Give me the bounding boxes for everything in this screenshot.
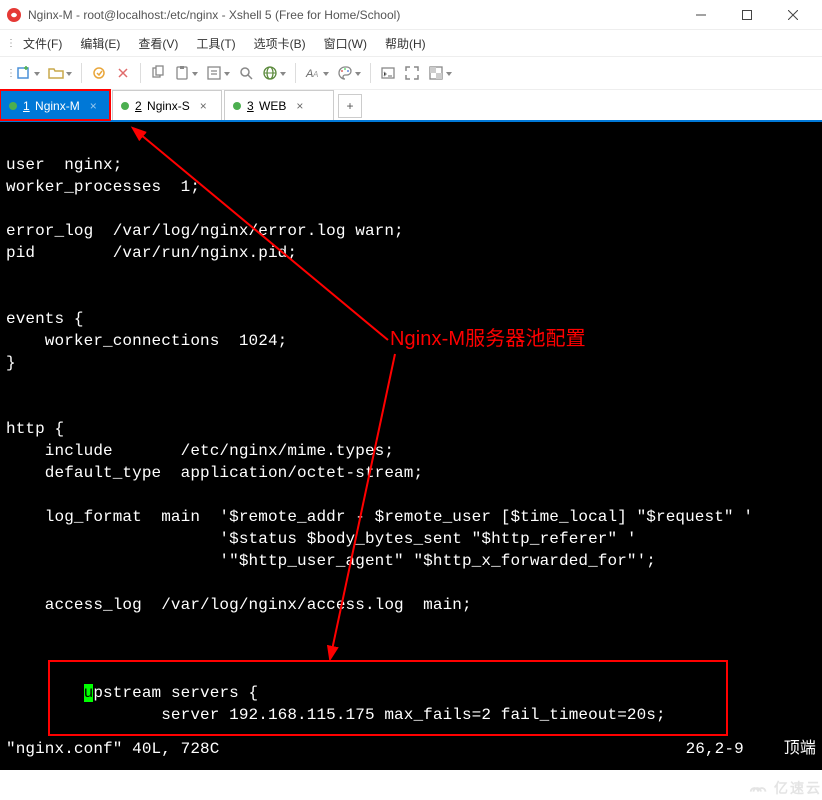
tab-label: Nginx-S	[147, 99, 190, 113]
transparency-button[interactable]	[426, 63, 446, 83]
toolbar-divider	[140, 63, 141, 83]
watermark-text: 亿速云	[774, 778, 822, 798]
terminal-line: log_format main '$remote_addr - $remote_…	[6, 508, 753, 526]
tab-nginx-s[interactable]: 2 Nginx-S ×	[112, 90, 222, 120]
terminal-line: worker_processes 1;	[6, 178, 200, 196]
menu-view[interactable]: 查看(V)	[131, 32, 185, 55]
toolbar: ⋮ AA	[0, 56, 822, 90]
status-file: "nginx.conf" 40L, 728C	[6, 738, 219, 760]
app-icon	[6, 7, 22, 23]
menu-help[interactable]: 帮助(H)	[378, 32, 433, 55]
close-button[interactable]	[770, 0, 816, 30]
terminal-line: }	[6, 354, 16, 372]
properties-button[interactable]	[204, 63, 224, 83]
tab-index: 2	[135, 99, 142, 113]
terminal-line: '$status $body_bytes_sent "$http_referer…	[6, 530, 637, 548]
tab-bar: 1 Nginx-M × 2 Nginx-S × 3 WEB × +	[0, 90, 822, 122]
terminal-line: user nginx;	[6, 156, 122, 174]
watermark: 亿速云	[748, 778, 822, 798]
vim-status-line: "nginx.conf" 40L, 728C 26,2-9 顶端	[6, 738, 816, 760]
toolbar-divider	[295, 63, 296, 83]
menu-file[interactable]: 文件(F)	[16, 32, 69, 55]
tab-web[interactable]: 3 WEB ×	[224, 90, 334, 120]
window-title: Nginx-M - root@localhost:/etc/nginx - Xs…	[28, 8, 678, 22]
tab-label: WEB	[259, 99, 286, 113]
font-button[interactable]: AA	[303, 63, 323, 83]
annotation-label: Nginx-M服务器池配置	[390, 328, 586, 350]
terminal-line: upstream servers {	[6, 684, 258, 702]
cursor: u	[84, 684, 94, 702]
new-session-button[interactable]	[14, 63, 34, 83]
menu-tools[interactable]: 工具(T)	[189, 32, 242, 55]
disconnect-button[interactable]	[113, 63, 133, 83]
color-scheme-button[interactable]	[335, 63, 355, 83]
terminal-line: events {	[6, 310, 84, 328]
tab-index: 3	[247, 99, 254, 113]
menu-tabs[interactable]: 选项卡(B)	[247, 32, 313, 55]
menu-grip-icon: ⋮	[6, 38, 12, 49]
toolbar-grip-icon: ⋮	[6, 68, 12, 79]
terminal-line: worker_connections 1024;	[6, 332, 287, 350]
watermark-logo-icon	[748, 781, 770, 795]
copy-button[interactable]	[148, 63, 168, 83]
terminal-line: include /etc/nginx/mime.types;	[6, 442, 394, 460]
open-button[interactable]	[46, 63, 66, 83]
tab-nginx-m[interactable]: 1 Nginx-M ×	[0, 90, 110, 120]
maximize-button[interactable]	[724, 0, 770, 30]
close-tab-icon[interactable]: ×	[90, 99, 97, 113]
tab-label: Nginx-M	[35, 99, 80, 113]
svg-text:A: A	[312, 70, 318, 79]
close-tab-icon[interactable]: ×	[296, 99, 303, 113]
script-button[interactable]	[378, 63, 398, 83]
terminal-line: error_log /var/log/nginx/error.log warn;	[6, 222, 404, 240]
find-button[interactable]	[236, 63, 256, 83]
terminal[interactable]: user nginx; worker_processes 1; error_lo…	[0, 122, 822, 770]
status-dot-icon	[121, 102, 129, 110]
menu-bar: ⋮ 文件(F) 编辑(E) 查看(V) 工具(T) 选项卡(B) 窗口(W) 帮…	[0, 30, 822, 56]
tab-index: 1	[23, 99, 30, 113]
toolbar-divider	[370, 63, 371, 83]
menu-window[interactable]: 窗口(W)	[317, 32, 374, 55]
terminal-line: default_type application/octet-stream;	[6, 464, 423, 482]
fullscreen-button[interactable]	[402, 63, 422, 83]
status-dot-icon	[9, 102, 17, 110]
status-dot-icon	[233, 102, 241, 110]
add-tab-button[interactable]: +	[338, 94, 362, 118]
status-position: 26,2-9	[686, 738, 744, 760]
toolbar-divider	[81, 63, 82, 83]
terminal-line: pid /var/run/nginx.pid;	[6, 244, 297, 262]
reconnect-button[interactable]	[89, 63, 109, 83]
terminal-line: access_log /var/log/nginx/access.log mai…	[6, 596, 472, 614]
globe-button[interactable]	[260, 63, 280, 83]
menu-edit[interactable]: 编辑(E)	[73, 32, 127, 55]
paste-button[interactable]	[172, 63, 192, 83]
status-scroll: 顶端	[784, 738, 816, 760]
terminal-line: '"$http_user_agent" "$http_x_forwarded_f…	[6, 552, 656, 570]
terminal-line: server 192.168.115.175 max_fails=2 fail_…	[6, 706, 666, 724]
minimize-button[interactable]	[678, 0, 724, 30]
title-bar: Nginx-M - root@localhost:/etc/nginx - Xs…	[0, 0, 822, 30]
terminal-line: http {	[6, 420, 64, 438]
close-tab-icon[interactable]: ×	[200, 99, 207, 113]
